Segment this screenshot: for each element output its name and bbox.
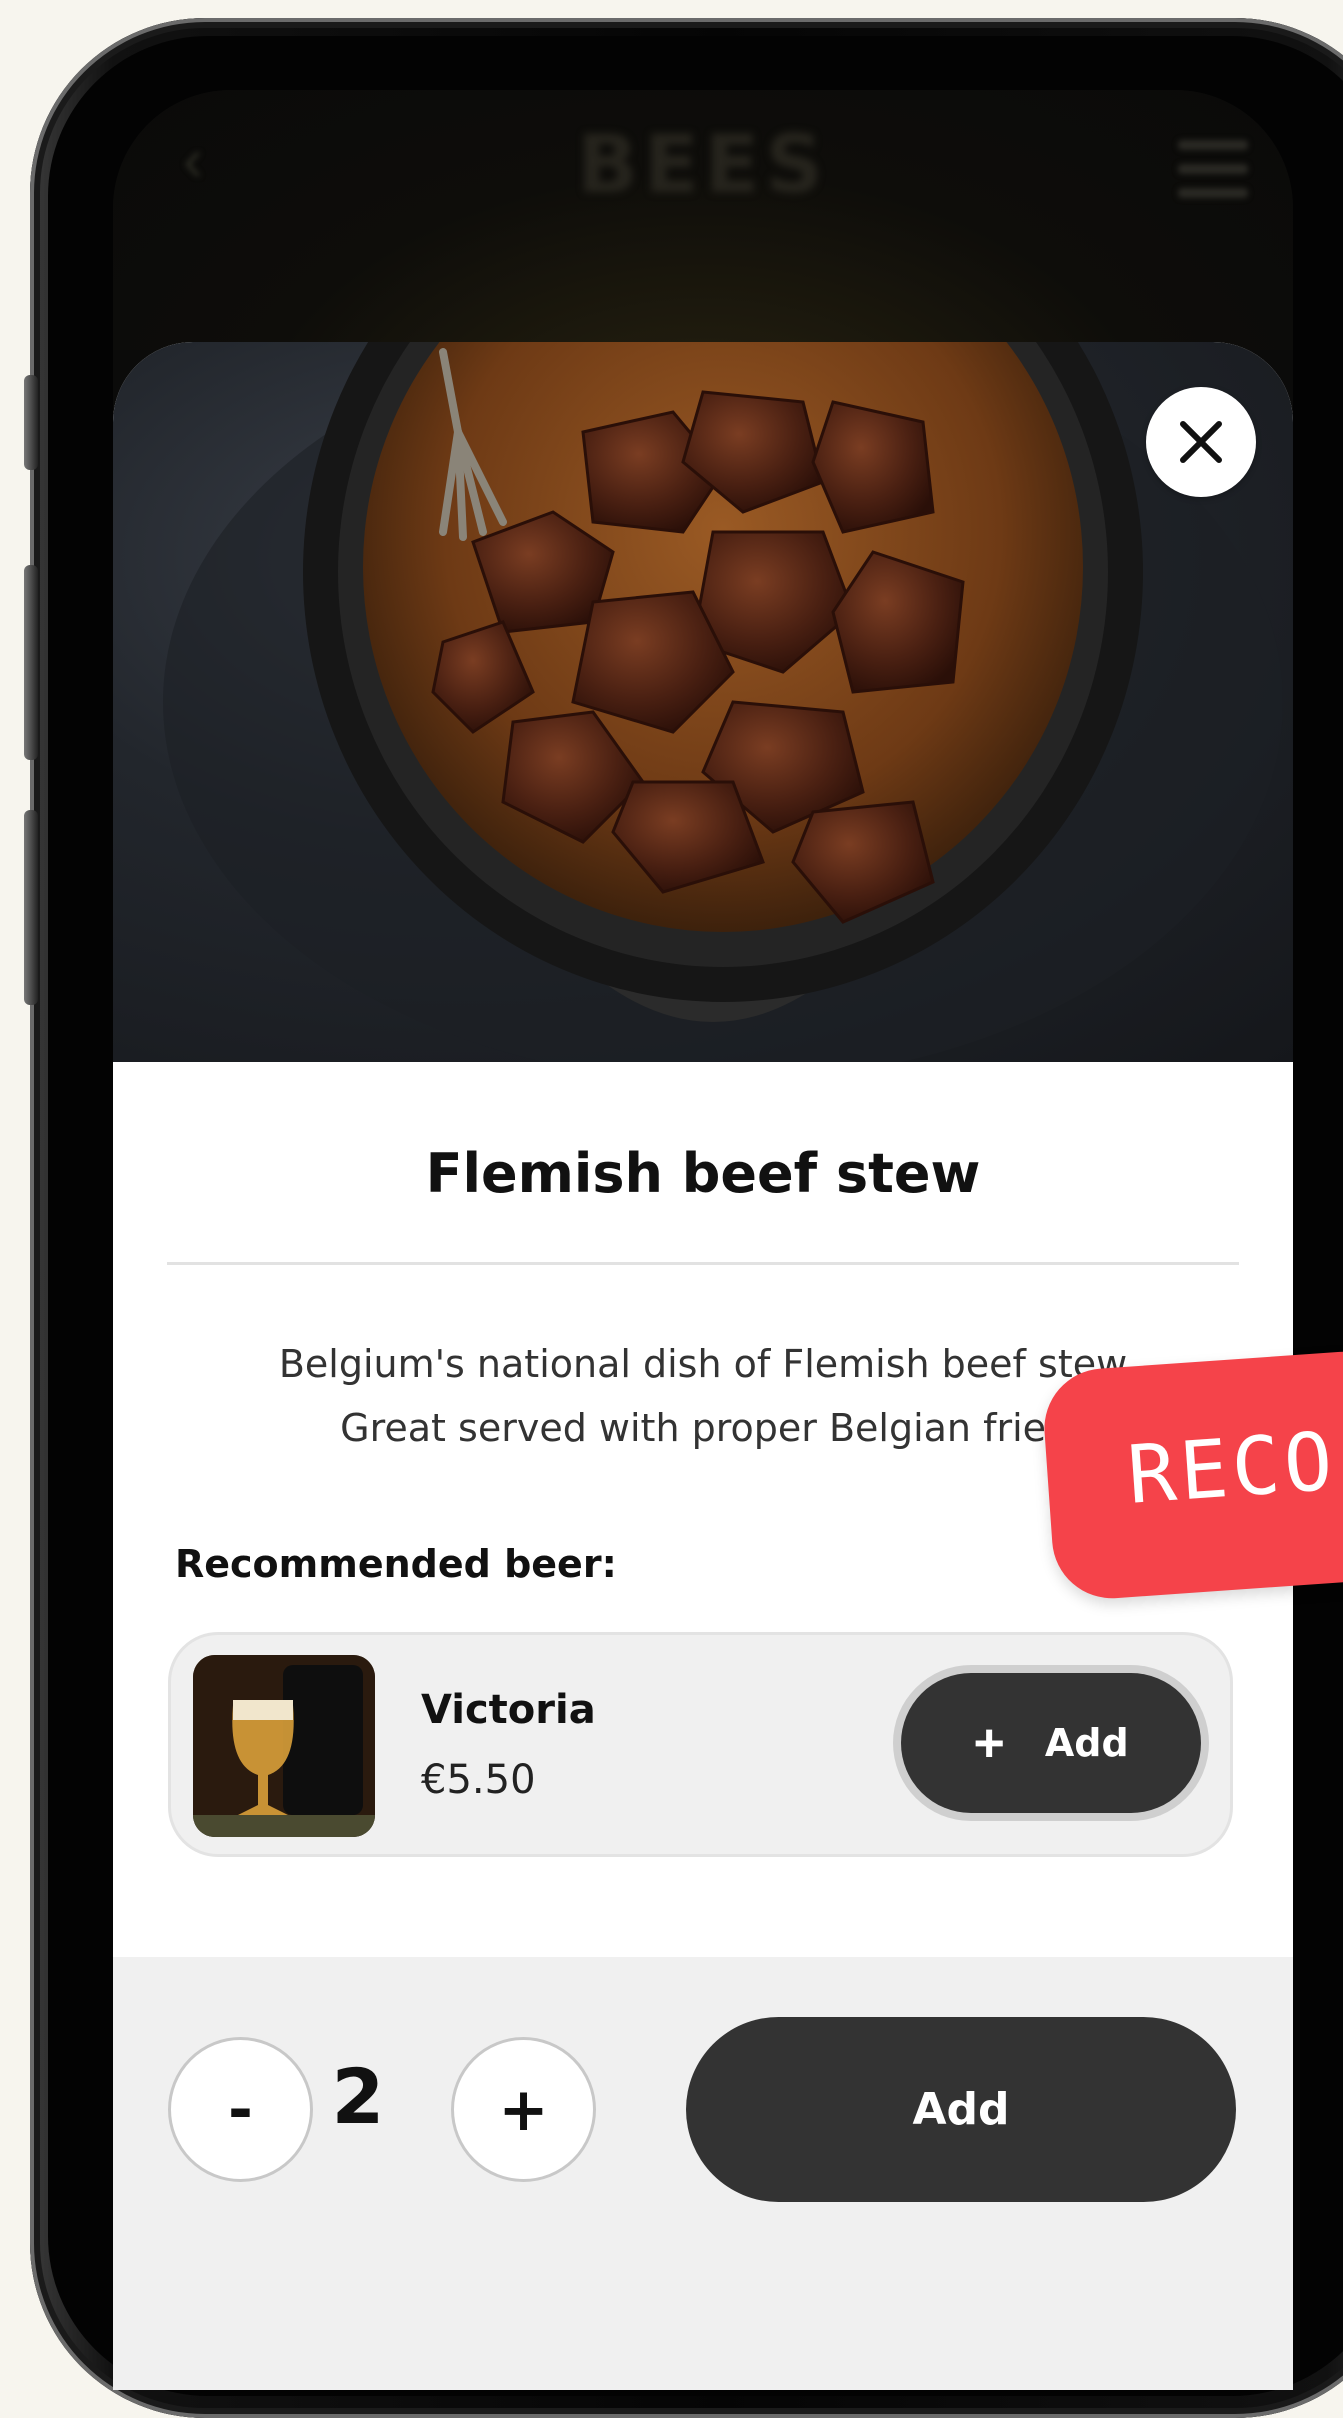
app-header: ‹ BEES [113, 90, 1293, 350]
reco-sticker: RECO [1040, 1347, 1343, 1603]
recommended-beer-card[interactable]: Victoria €5.50 + Add [168, 1632, 1233, 1857]
beer-price: €5.50 [421, 1757, 536, 1803]
dish-photo [113, 342, 1293, 1062]
decrement-button[interactable]: - [168, 2037, 313, 2182]
close-button[interactable] [1146, 387, 1256, 497]
add-beer-button[interactable]: + Add [901, 1673, 1201, 1813]
phone-screen: ‹ BEES Flemish beef stew Belgium's natio… [113, 90, 1293, 2390]
quantity-value: 2 [331, 2052, 385, 2141]
beer-name: Victoria [421, 1687, 596, 1733]
reco-sticker-text: RECO [1124, 1414, 1340, 1522]
divider [167, 1262, 1239, 1265]
hamburger-menu-icon[interactable] [1178, 140, 1248, 200]
order-bar: - 2 + Add [113, 1957, 1293, 2390]
add-to-order-button[interactable]: Add [686, 2017, 1236, 2202]
mute-switch [24, 375, 38, 470]
app-logo-title: BEES [577, 118, 829, 211]
plus-icon: + [973, 1713, 1005, 1773]
dish-detail-modal: Flemish beef stew Belgium's national dis… [113, 342, 1293, 2390]
volume-down-button [24, 810, 38, 1005]
beer-thumbnail [193, 1655, 375, 1837]
increment-button[interactable]: + [451, 2037, 596, 2182]
add-beer-label: Add [1044, 1721, 1129, 1765]
recommended-beer-heading: Recommended beer: [175, 1542, 617, 1586]
dish-title: Flemish beef stew [425, 1142, 981, 1205]
close-icon [1180, 421, 1222, 463]
volume-up-button [24, 565, 38, 760]
